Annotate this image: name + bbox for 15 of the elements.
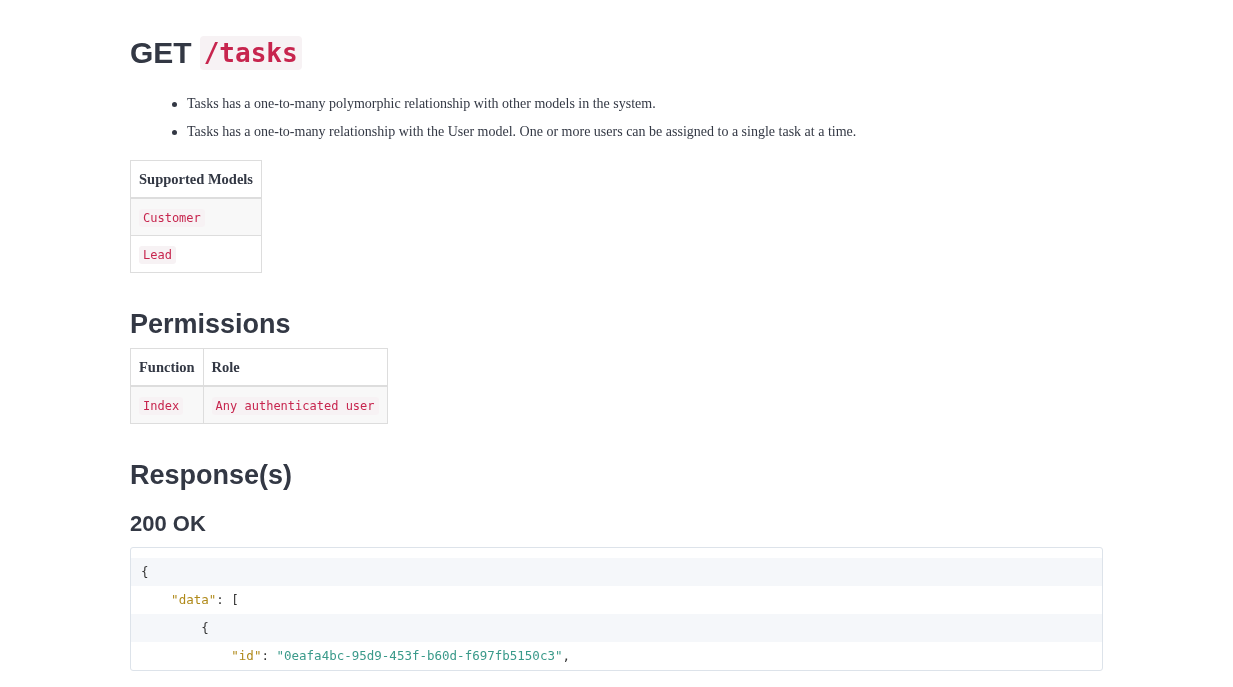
code-line: "id": "0eafa4bc-95d9-453f-b60d-f697fb5150c3", bbox=[230, 647, 571, 665]
endpoint-path: /tasks bbox=[199, 36, 302, 70]
note-text: Tasks has a one-to-many relationship with the User model. One or more users can be assigned to a single task at a time. bbox=[187, 124, 857, 140]
code-value: Customer bbox=[139, 208, 205, 227]
note-text: Tasks has a one-to-many polymorphic relationship with other models in the system. bbox=[187, 96, 656, 112]
http-method: GET bbox=[130, 36, 192, 70]
section-heading: Permissions bbox=[130, 309, 292, 340]
section-heading: Response(s) bbox=[130, 460, 294, 491]
bullet-icon bbox=[172, 129, 177, 135]
code-value: Index bbox=[139, 396, 184, 415]
bullet-icon bbox=[172, 101, 177, 107]
code-value: Any authenticated user bbox=[211, 396, 379, 415]
code-line: "data": [ bbox=[170, 591, 240, 609]
code-value: Lead bbox=[139, 245, 176, 264]
status-heading: 200 OK bbox=[130, 511, 207, 537]
